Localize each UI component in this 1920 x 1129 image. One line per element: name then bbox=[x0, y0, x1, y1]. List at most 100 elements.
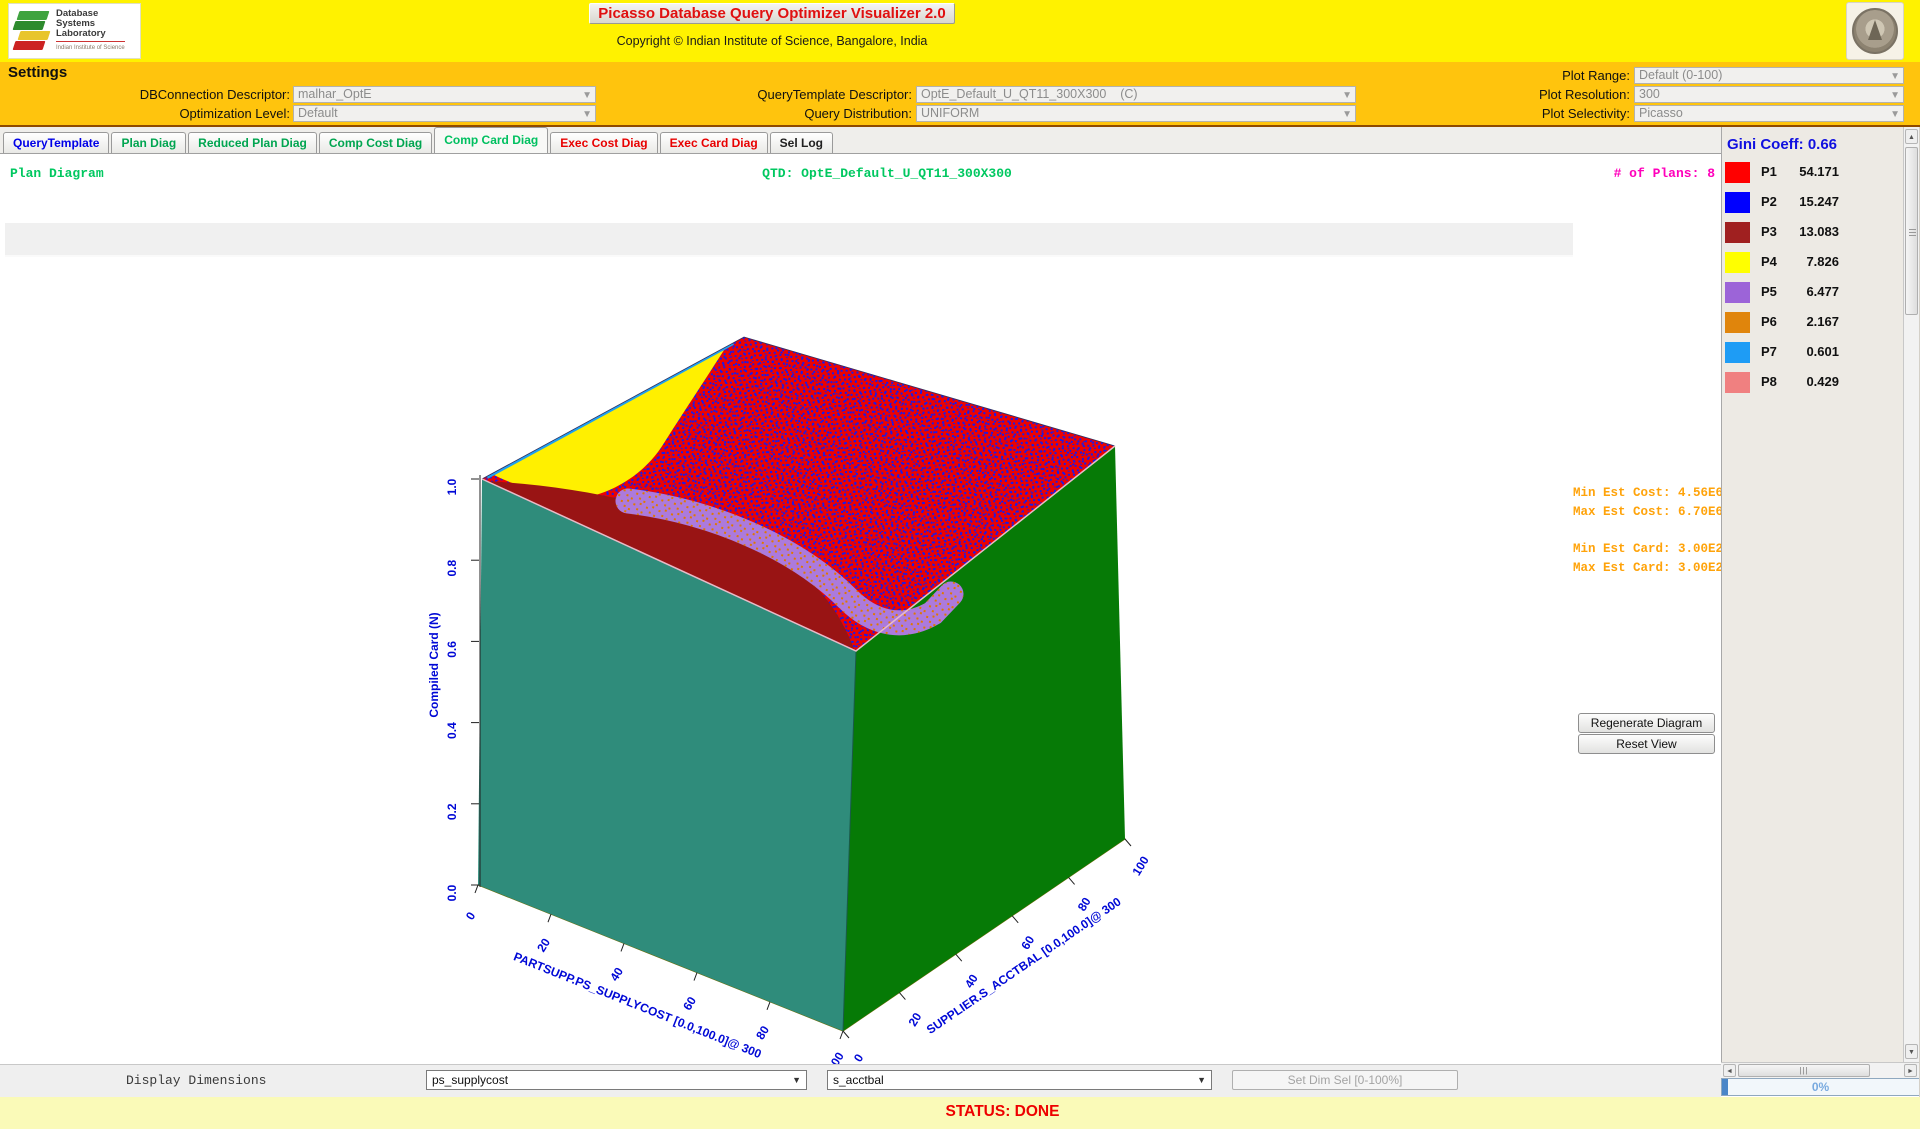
brick-yellow-icon bbox=[17, 31, 51, 40]
scroll-left-icon[interactable]: ◄ bbox=[1723, 1064, 1736, 1077]
plot-range-value: Default (0-100) bbox=[1639, 68, 1723, 82]
vertical-scroll-thumb[interactable] bbox=[1905, 147, 1918, 315]
legend-plan-label: P8 bbox=[1761, 374, 1777, 389]
plot-resolution-label: Plot Resolution: bbox=[1538, 87, 1630, 102]
chevron-down-icon: ▼ bbox=[1197, 1075, 1206, 1085]
legend-row-p5: P5 6.477 bbox=[1722, 280, 1904, 310]
axis-tick bbox=[620, 943, 625, 952]
query-distribution-label: Query Distribution: bbox=[804, 106, 912, 121]
axis-tick-label: 0.2 bbox=[445, 803, 459, 820]
plot-range-label: Plot Range: bbox=[1562, 68, 1630, 83]
dimension2-value: s_acctbal bbox=[833, 1073, 884, 1087]
legend-swatch bbox=[1725, 222, 1750, 243]
legend-panel: Gini Coeff: 0.66 P1 54.171 P2 15.247 P3 13.08… bbox=[1721, 127, 1903, 1062]
axis-tick bbox=[899, 992, 906, 1000]
tab-label: Reduced Plan Diag bbox=[198, 136, 307, 150]
dsl-bricks-icon bbox=[12, 9, 52, 53]
y-axis-title: Compiled Card (N) bbox=[427, 612, 441, 717]
dsl-line-3: Laboratory bbox=[56, 28, 106, 39]
legend-plan-value: 2.167 bbox=[1806, 314, 1839, 329]
scroll-right-icon[interactable]: ► bbox=[1904, 1064, 1917, 1077]
tab-comp-cost-diag[interactable]: Comp Cost Diag bbox=[318, 132, 433, 153]
tab-comp-card-diag[interactable]: Comp Card Diag bbox=[434, 127, 549, 153]
plot-range-select[interactable]: Default (0-100) ▼ bbox=[1634, 67, 1904, 84]
db-connection-label: DBConnection Descriptor: bbox=[139, 87, 290, 102]
legend-row-p6: P6 2.167 bbox=[1722, 310, 1904, 340]
plan-diagram-3d[interactable]: 0.00.20.40.60.81.0 020406080100 02040608… bbox=[0, 154, 1722, 1065]
chevron-down-icon: ▼ bbox=[1890, 71, 1900, 82]
query-distribution-select[interactable]: UNIFORM ▼ bbox=[916, 105, 1356, 122]
app-title: Picasso Database Query Optimizer Visuali… bbox=[589, 3, 955, 24]
legend-row-p8: P8 0.429 bbox=[1722, 370, 1904, 400]
tab-exec-card-diag[interactable]: Exec Card Diag bbox=[659, 132, 768, 153]
tab-label: Comp Cost Diag bbox=[328, 136, 423, 150]
gini-coeff: Gini Coeff: 0.66 bbox=[1727, 136, 1838, 153]
tab-sel-log[interactable]: Sel Log bbox=[769, 132, 833, 153]
axis-tick bbox=[766, 1001, 771, 1010]
scroll-down-icon[interactable]: ▼ bbox=[1905, 1044, 1918, 1059]
tab-label: Plan Diag bbox=[121, 136, 177, 150]
brick-green-icon bbox=[16, 11, 50, 20]
chevron-down-icon: ▼ bbox=[792, 1075, 801, 1085]
legend-row-p2: P2 15.247 bbox=[1722, 190, 1904, 220]
legend-plan-value: 0.601 bbox=[1806, 344, 1839, 359]
brick-green2-icon bbox=[12, 21, 46, 30]
axis-tick-label: 1.0 bbox=[445, 478, 459, 495]
tab-plan-diag[interactable]: Plan Diag bbox=[111, 132, 187, 153]
axis-tick-label: 100 bbox=[824, 1049, 847, 1065]
plot-selectivity-label: Plot Selectivity: bbox=[1541, 106, 1630, 121]
tab-querytemplate[interactable]: QueryTemplate bbox=[3, 132, 110, 153]
set-dim-sel-button[interactable]: Set Dim Sel [0-100%] bbox=[1232, 1070, 1458, 1090]
dsl-logo: Database Systems Laboratory Indian Insti… bbox=[8, 3, 141, 59]
horizontal-scrollbar[interactable]: ◄ ||| ► bbox=[1721, 1062, 1920, 1078]
axis-tick bbox=[1124, 838, 1132, 847]
chevron-down-icon: ▼ bbox=[1890, 109, 1900, 120]
legend-plan-value: 0.429 bbox=[1806, 374, 1839, 389]
stat-line: Max Est Cost: 6.70E6 bbox=[1573, 505, 1724, 519]
horizontal-scroll-thumb[interactable]: ||| bbox=[1738, 1064, 1870, 1077]
legend-swatch bbox=[1725, 192, 1750, 213]
axis-tick-label: 80 bbox=[753, 1023, 772, 1042]
db-connection-value: malhar_OptE bbox=[298, 87, 372, 101]
axis-tick-label: 0 bbox=[851, 1051, 867, 1064]
legend-plan-label: P5 bbox=[1761, 284, 1777, 299]
tab-label: Comp Card Diag bbox=[444, 133, 539, 147]
axis-tick bbox=[1068, 877, 1075, 885]
plot-selectivity-select[interactable]: Picasso ▼ bbox=[1634, 105, 1904, 122]
copyright-text: Copyright © Indian Institute of Science,… bbox=[616, 34, 928, 48]
axis-tick-label: 0.8 bbox=[445, 560, 459, 577]
dsl-logo-text: Database Systems Laboratory Indian Insti… bbox=[56, 9, 125, 53]
tab-bar: QueryTemplate Plan Diag Reduced Plan Diag C… bbox=[3, 127, 835, 153]
plot-resolution-select[interactable]: 300 ▼ bbox=[1634, 86, 1904, 103]
axis-tick bbox=[1011, 915, 1019, 924]
db-connection-select[interactable]: malhar_OptE ▼ bbox=[293, 86, 596, 103]
reset-view-button[interactable]: Reset View bbox=[1578, 734, 1715, 754]
query-template-select[interactable]: OptE_Default_U_QT11_300X300 (C) ▼ bbox=[916, 86, 1356, 103]
vertical-scrollbar[interactable]: ▲ ▼ bbox=[1903, 127, 1919, 1062]
chevron-down-icon: ▼ bbox=[582, 90, 592, 101]
query-distribution-value: UNIFORM bbox=[921, 106, 980, 120]
legend-plan-value: 13.083 bbox=[1799, 224, 1839, 239]
dimension2-select[interactable]: s_acctbal ▼ bbox=[827, 1070, 1212, 1090]
plan-diagram-panel: Plan Diagram QTD: OptE_Default_U_QT11_30… bbox=[0, 153, 1724, 1065]
legend-plan-label: P7 bbox=[1761, 344, 1777, 359]
dimension1-value: ps_supplycost bbox=[432, 1073, 509, 1087]
stat-line: Max Est Card: 3.00E2 bbox=[1573, 561, 1724, 575]
tab-exec-cost-diag[interactable]: Exec Cost Diag bbox=[550, 132, 658, 153]
regenerate-diagram-button[interactable]: Regenerate Diagram bbox=[1578, 713, 1715, 733]
status-text: STATUS: DONE bbox=[945, 1103, 1060, 1120]
dsl-subline: Indian Institute of Science bbox=[56, 41, 125, 53]
axis-tick-label: 0 bbox=[463, 909, 479, 922]
brick-red-icon bbox=[12, 41, 46, 50]
tab-reduced-plan-diag[interactable]: Reduced Plan Diag bbox=[188, 132, 317, 153]
optimization-level-select[interactable]: Default ▼ bbox=[293, 105, 596, 122]
legend-row-p4: P4 7.826 bbox=[1722, 250, 1904, 280]
axis-tick-label: 20 bbox=[534, 935, 553, 954]
scroll-up-icon[interactable]: ▲ bbox=[1905, 129, 1918, 144]
axis-tick bbox=[839, 1030, 844, 1040]
progress-bar: 0% bbox=[1721, 1078, 1920, 1096]
legend-plan-label: P4 bbox=[1761, 254, 1777, 269]
picasso-app: Database Systems Laboratory Indian Insti… bbox=[0, 0, 1920, 1129]
axis-tick-label: 40 bbox=[607, 965, 626, 984]
dimension1-select[interactable]: ps_supplycost ▼ bbox=[426, 1070, 807, 1090]
